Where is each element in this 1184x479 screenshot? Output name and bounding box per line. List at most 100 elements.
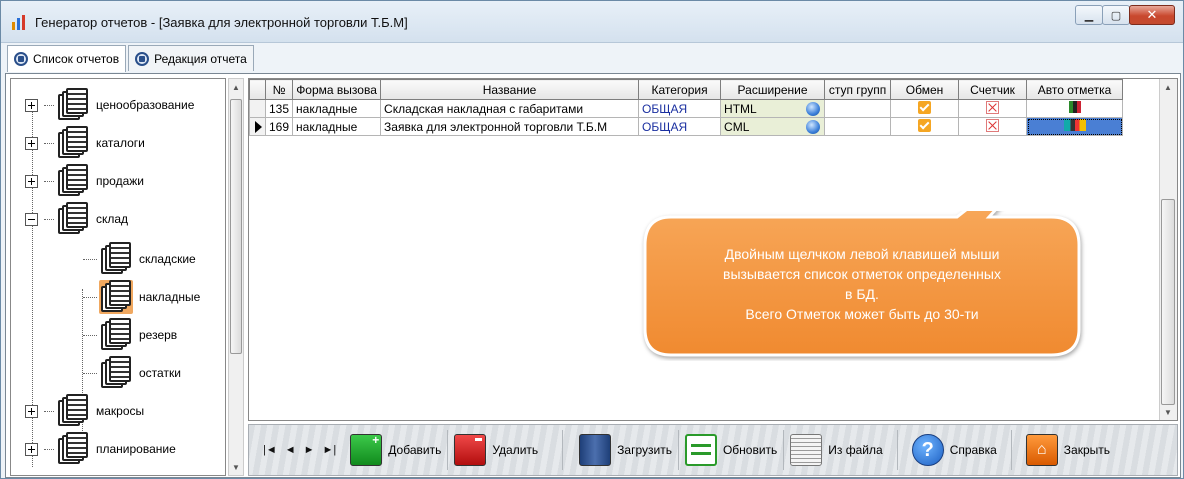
bottom-toolbar: |◄ ◄ ► ►| Добавить Удалить Загрузить Обн… (248, 424, 1178, 476)
table-header-row: № Форма вызова Название Категория Расшир… (249, 79, 1124, 100)
tree-connector (44, 104, 54, 106)
row-indicator[interactable] (249, 99, 266, 118)
column-header-num[interactable]: № (264, 79, 294, 100)
cell-name[interactable]: Заявка для электронной торговли Т.Б.М (380, 117, 640, 136)
cell-extension[interactable]: HTML (720, 99, 826, 118)
report-group-icon (56, 432, 90, 466)
close-window-button[interactable]: ✕ (1129, 5, 1175, 25)
cell-group-access[interactable] (824, 99, 892, 118)
delete-button[interactable]: Удалить (450, 430, 564, 470)
tree-item-warehouse[interactable]: склад (25, 199, 128, 239)
expand-icon[interactable] (25, 442, 38, 456)
cell-name[interactable]: Складская накладная с габаритами (380, 99, 640, 118)
refresh-button[interactable]: Обновить (681, 430, 785, 470)
cell-form[interactable]: накладные (292, 99, 382, 118)
tree-item-sales[interactable]: продажи (25, 161, 144, 201)
load-label: Загрузить (617, 443, 672, 457)
globe-icon[interactable] (806, 102, 821, 116)
expand-icon[interactable] (25, 404, 38, 418)
help-button[interactable]: ? Справка (900, 430, 1012, 470)
cell-category[interactable]: ОБЩАЯ (638, 99, 722, 118)
cell-form[interactable]: накладные (292, 117, 382, 136)
minimize-button[interactable]: ▁ (1075, 5, 1103, 25)
first-record-icon[interactable]: |◄ (263, 444, 277, 456)
cell-counter[interactable] (958, 99, 1028, 118)
tree-item-pricing[interactable]: ценообразование (25, 85, 194, 125)
list-icon (14, 52, 28, 66)
checked-icon[interactable] (918, 100, 932, 114)
tree-connector (83, 372, 97, 374)
scroll-down-icon[interactable]: ▼ (1160, 404, 1176, 420)
tree-scrollbar[interactable]: ▲ ▼ (228, 78, 244, 476)
column-header-group-access[interactable]: ступ групп (824, 79, 892, 100)
app-icon (12, 15, 25, 30)
tree-item-catalogs[interactable]: каталоги (25, 123, 145, 163)
close-button[interactable]: ⌂ Закрыть (1014, 430, 1116, 470)
cell-category[interactable]: ОБЩАЯ (638, 117, 722, 136)
unchecked-x-icon[interactable] (986, 118, 1000, 132)
column-header-name[interactable]: Название (380, 79, 640, 100)
cell-num[interactable]: 135 (264, 99, 294, 118)
window-title: Генератор отчетов - [Заявка для электрон… (35, 15, 408, 30)
column-header-extension[interactable]: Расширение (720, 79, 826, 100)
scroll-thumb[interactable] (1161, 199, 1175, 405)
column-header-exchange[interactable]: Обмен (890, 79, 960, 100)
column-header-form[interactable]: Форма вызова (292, 79, 382, 100)
next-record-icon[interactable]: ► (304, 444, 315, 456)
prev-record-icon[interactable]: ◄ (285, 444, 296, 456)
cell-exchange[interactable] (890, 99, 960, 118)
cell-num[interactable]: 169 (264, 117, 294, 136)
tree-connector (83, 258, 97, 260)
row-indicator[interactable] (249, 117, 266, 136)
scroll-up-icon[interactable]: ▲ (229, 79, 243, 95)
last-record-icon[interactable]: ►| (323, 444, 337, 456)
scroll-thumb[interactable] (230, 99, 242, 354)
close-label: Закрыть (1063, 443, 1110, 457)
tree-item-label: каталоги (96, 136, 145, 150)
table-row-selected[interactable]: 169 накладные Заявка для электронной тор… (249, 117, 1124, 136)
mark-icon (1063, 119, 1086, 131)
tab-report-list[interactable]: Список отчетов (7, 45, 127, 72)
maximize-button[interactable]: ▢ (1102, 5, 1130, 25)
tree-item-warehouse-reports[interactable]: складские (83, 239, 196, 279)
tab-report-edit[interactable]: Редакция отчета (128, 45, 254, 71)
expand-icon[interactable] (25, 174, 38, 188)
cell-group-access[interactable] (824, 117, 892, 136)
tree-item-stock[interactable]: остатки (83, 353, 181, 393)
globe-icon[interactable] (806, 120, 821, 134)
expand-icon[interactable] (25, 98, 38, 112)
cell-exchange[interactable] (890, 117, 960, 136)
tab-strip: Список отчетов Редакция отчета (7, 45, 256, 72)
home-icon: ⌂ (1025, 434, 1058, 466)
tree-item-invoices[interactable]: накладные (83, 277, 200, 317)
reports-table: № Форма вызова Название Категория Расшир… (249, 79, 1124, 136)
scroll-up-icon[interactable]: ▲ (1160, 79, 1176, 95)
expand-icon[interactable] (25, 136, 38, 150)
table-row[interactable]: 135 накладные Складская накладная с габа… (249, 99, 1124, 118)
cell-auto-mark[interactable] (1026, 99, 1124, 118)
unchecked-x-icon[interactable] (986, 100, 1000, 114)
load-button[interactable]: Загрузить (565, 430, 679, 470)
tree-item-label: продажи (96, 174, 144, 188)
checked-icon[interactable] (918, 118, 932, 132)
tree-item-planning[interactable]: планирование (25, 429, 176, 469)
column-header-category[interactable]: Категория (638, 79, 722, 100)
tree-item-label: планирование (96, 442, 176, 456)
tree-item-reserve[interactable]: резерв (83, 315, 177, 355)
app-window: Генератор отчетов - [Заявка для электрон… (0, 0, 1184, 479)
add-button[interactable]: Добавить (346, 430, 449, 470)
cell-counter[interactable] (958, 117, 1028, 136)
cell-extension[interactable]: CML (720, 117, 826, 136)
tree-connector (44, 410, 54, 412)
column-header-auto-mark[interactable]: Авто отметка (1026, 79, 1124, 100)
collapse-icon[interactable] (25, 212, 38, 226)
column-header-counter[interactable]: Счетчик (958, 79, 1028, 100)
callout-line-1: Двойным щелчком левой клавишей мыши (725, 246, 1000, 262)
tree-item-label: резерв (139, 328, 178, 342)
tree-item-macros[interactable]: макросы (25, 391, 144, 431)
cell-auto-mark[interactable] (1026, 117, 1124, 136)
tree-connector (83, 296, 97, 298)
from-file-button[interactable]: Из файла (786, 430, 898, 470)
scroll-down-icon[interactable]: ▼ (229, 459, 243, 475)
grid-scrollbar[interactable]: ▲ ▼ (1159, 79, 1177, 420)
